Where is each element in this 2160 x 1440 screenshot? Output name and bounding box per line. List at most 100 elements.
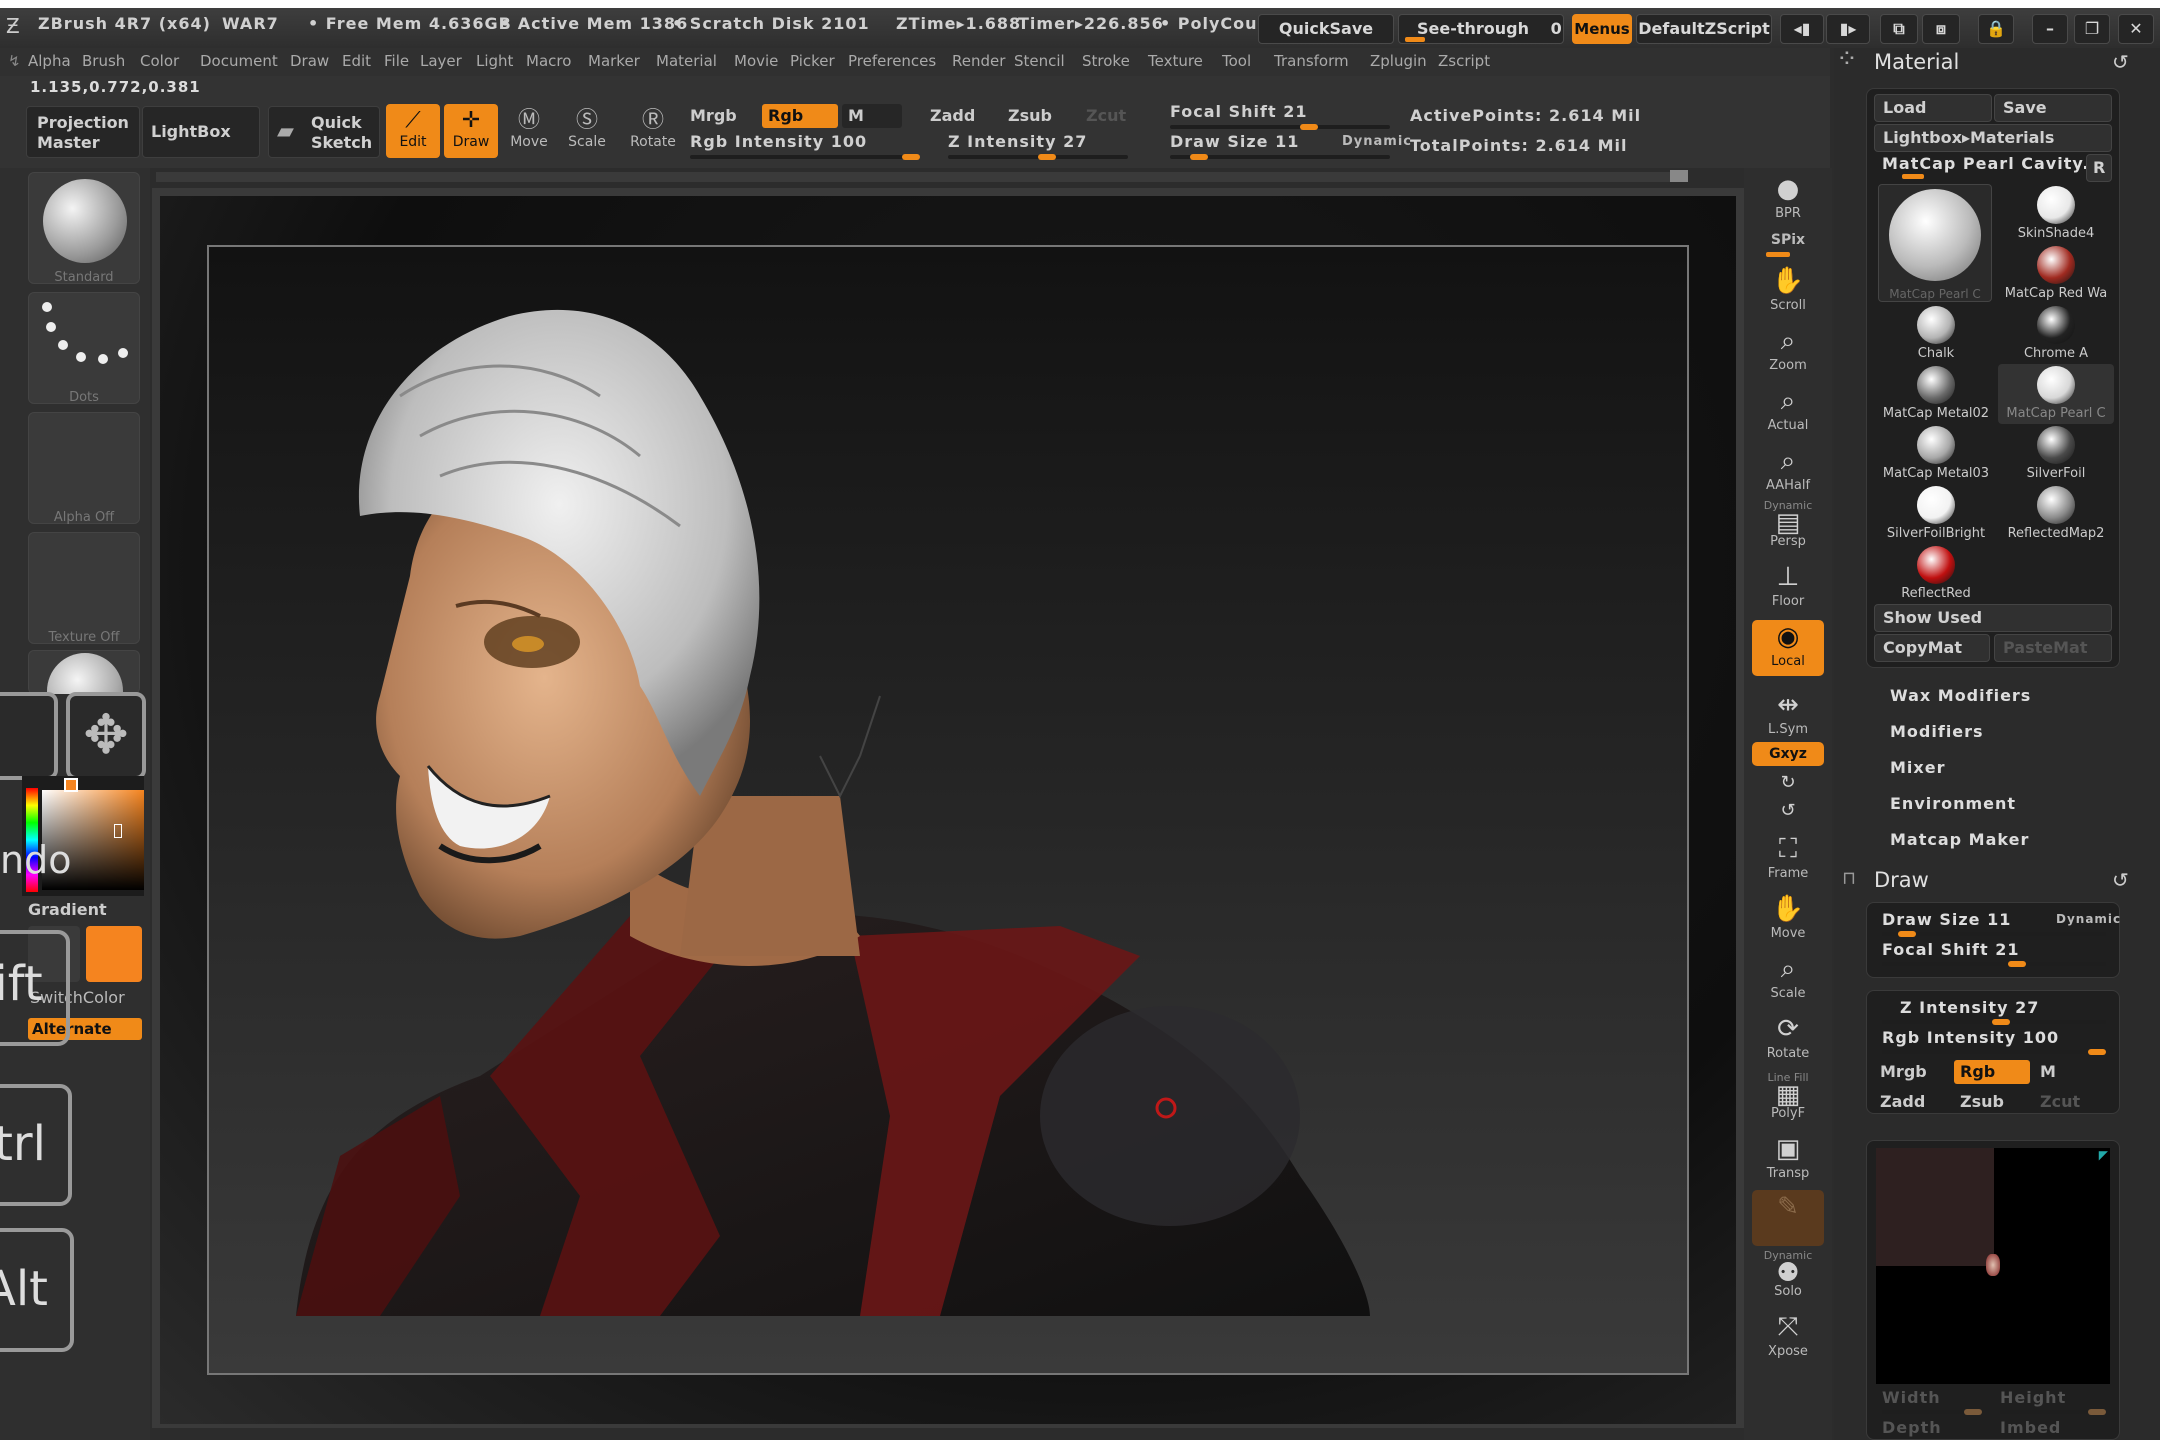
menu-document[interactable]: Document: [200, 52, 278, 70]
default-zscript-button[interactable]: DefaultZScript: [1636, 14, 1772, 44]
xyz-button[interactable]: Gxyz: [1752, 742, 1824, 766]
viewport-canvas[interactable]: [160, 196, 1736, 1424]
zoom-button[interactable]: ⌕ Zoom: [1752, 324, 1824, 380]
zadd-panel-button[interactable]: Zadd: [1874, 1090, 1948, 1114]
move-canvas-icon[interactable]: ✥: [66, 692, 146, 780]
draw-size-panel-slider[interactable]: [1882, 931, 2106, 937]
material-item[interactable]: Chrome A: [1998, 304, 2114, 364]
menu-picker[interactable]: Picker: [790, 52, 835, 70]
draw-size-dynamic-toggle[interactable]: Dynamic: [1342, 134, 1412, 149]
gradient-toggle[interactable]: Gradient: [28, 900, 107, 919]
solo-button[interactable]: Dynamic ⚉ Solo: [1752, 1250, 1824, 1306]
width-slider[interactable]: [1882, 1409, 1982, 1415]
menu-brush[interactable]: Brush: [82, 52, 125, 70]
frame-button[interactable]: ⛶ Frame: [1752, 832, 1824, 888]
material-load-button[interactable]: Load: [1874, 94, 1992, 122]
bpr-button[interactable]: ● BPR: [1752, 172, 1824, 228]
menu-render[interactable]: Render: [952, 52, 1005, 70]
material-panel-reset-icon[interactable]: ↺: [2112, 50, 2129, 74]
wax-modifiers-item[interactable]: Wax Modifiers: [1890, 686, 2031, 705]
close-icon[interactable]: ✕: [2118, 14, 2154, 44]
brush-preview-canvas[interactable]: ◤: [1876, 1148, 2110, 1384]
lightbox-button[interactable]: LightBox: [142, 106, 260, 158]
transp-button[interactable]: ▣ Transp: [1752, 1132, 1824, 1188]
rgb-panel-button[interactable]: Rgb: [1954, 1060, 2030, 1084]
zsub-panel-button[interactable]: Zsub: [1954, 1090, 2030, 1114]
menu-material[interactable]: Material: [656, 52, 717, 70]
material-item[interactable]: ReflectedMap2: [1998, 484, 2114, 544]
rgb-button[interactable]: Rgb: [762, 104, 838, 128]
draw-size-slider[interactable]: [1170, 154, 1390, 160]
ctrl-hotkey-button[interactable]: trl: [0, 1084, 72, 1206]
lsym-button[interactable]: ⇹ L.Sym: [1752, 688, 1824, 744]
menus-button[interactable]: Menus: [1572, 14, 1632, 44]
material-thumb[interactable]: [28, 650, 140, 694]
persp-button[interactable]: Dynamic ▤ Persp: [1752, 500, 1824, 556]
menu-alpha[interactable]: Alpha: [28, 52, 71, 70]
menu-marker[interactable]: Marker: [588, 52, 640, 70]
matcap-maker-item[interactable]: Matcap Maker: [1890, 830, 2029, 849]
tray-left-icon[interactable]: ◂▮: [1780, 14, 1824, 44]
rgb-intensity-slider[interactable]: [690, 154, 920, 160]
focal-shift-panel-slider[interactable]: [1882, 961, 2106, 967]
material-item[interactable]: SilverFoilBright: [1878, 484, 1994, 544]
zcut-panel-button[interactable]: Zcut: [2034, 1090, 2108, 1114]
material-save-button[interactable]: Save: [1994, 94, 2112, 122]
material-item[interactable]: MatCap Red Wa: [1998, 244, 2114, 304]
focal-shift-slider[interactable]: [1170, 124, 1390, 130]
scale-button[interactable]: ⌕ Scale: [1752, 952, 1824, 1008]
menu-light[interactable]: Light: [476, 52, 513, 70]
draw-mode-button[interactable]: ✛ Draw: [444, 104, 498, 158]
material-item[interactable]: MatCap Metal03: [1878, 424, 1994, 484]
material-item[interactable]: ReflectRed: [1878, 544, 1994, 604]
polyf-button[interactable]: Line Fill ▦ PolyF: [1752, 1072, 1824, 1128]
menu-zscript[interactable]: Zscript: [1438, 52, 1490, 70]
material-item[interactable]: SkinShade4: [1998, 184, 2114, 244]
actual-button[interactable]: ⌕ Actual: [1752, 384, 1824, 440]
modifiers-item[interactable]: Modifiers: [1890, 722, 1984, 741]
quick-sketch-button[interactable]: ▰ Quick Sketch: [268, 106, 380, 158]
z-intensity-slider[interactable]: [948, 154, 1128, 160]
zsub-button[interactable]: Zsub: [1002, 104, 1074, 128]
draw-panel-title[interactable]: Draw: [1874, 868, 1929, 892]
material-item[interactable]: Chalk: [1878, 304, 1994, 364]
local-button[interactable]: ◉ Local: [1752, 620, 1824, 676]
menu-macro[interactable]: Macro: [526, 52, 571, 70]
rotate-button[interactable]: ⟳ Rotate: [1752, 1012, 1824, 1068]
spix-slider[interactable]: SPix: [1752, 232, 1824, 260]
rgb-intensity-panel-slider[interactable]: [1882, 1049, 2106, 1055]
mixer-item[interactable]: Mixer: [1890, 758, 1945, 777]
draw-panel-grip-icon[interactable]: ⊓: [1842, 868, 1856, 889]
hue-marker[interactable]: [64, 778, 78, 792]
zadd-button[interactable]: Zadd: [924, 104, 996, 128]
height-slider[interactable]: [2000, 1409, 2106, 1415]
zcut-button[interactable]: Zcut: [1080, 104, 1140, 128]
brush-standard-thumb[interactable]: Standard: [28, 172, 140, 285]
menu-movie[interactable]: Movie: [734, 52, 778, 70]
menu-layer[interactable]: Layer: [420, 52, 462, 70]
menu-stroke[interactable]: Stroke: [1082, 52, 1130, 70]
ghost-button[interactable]: ✎: [1752, 1190, 1824, 1246]
rotate-z-button[interactable]: ↺: [1752, 798, 1824, 826]
horizontal-scrollbar[interactable]: [156, 172, 1686, 182]
z-intensity-panel-slider[interactable]: [1882, 1019, 2106, 1025]
draw-size-panel-dynamic[interactable]: Dynamic: [2056, 912, 2121, 926]
menu-texture[interactable]: Texture: [1148, 52, 1203, 70]
menu-stencil[interactable]: Stencil: [1014, 52, 1065, 70]
projection-master-button[interactable]: Projection Master: [26, 106, 140, 158]
draw-panel-reset-icon[interactable]: ↺: [2112, 868, 2129, 892]
floor-toggle-icon[interactable]: [0, 692, 58, 780]
tray-right-icon[interactable]: ▮▸: [1826, 14, 1870, 44]
main-color-swatch[interactable]: [86, 926, 142, 982]
material-item[interactable]: MatCap Pearl C: [1998, 364, 2114, 424]
layout-2-icon[interactable]: ⧈: [1922, 14, 1960, 44]
texture-thumb[interactable]: Texture Off: [28, 532, 140, 645]
material-panel-title[interactable]: Material: [1874, 50, 1959, 74]
m-button[interactable]: M: [842, 104, 902, 128]
copymat-button[interactable]: CopyMat: [1874, 634, 1990, 662]
menu-edit[interactable]: Edit: [342, 52, 371, 70]
rotate-y-button[interactable]: ↻: [1752, 770, 1824, 798]
material-r-button[interactable]: R: [2086, 154, 2112, 182]
aahalf-button[interactable]: ⌕ AAHalf: [1752, 444, 1824, 500]
layout-1-icon[interactable]: ⧉: [1880, 14, 1918, 44]
